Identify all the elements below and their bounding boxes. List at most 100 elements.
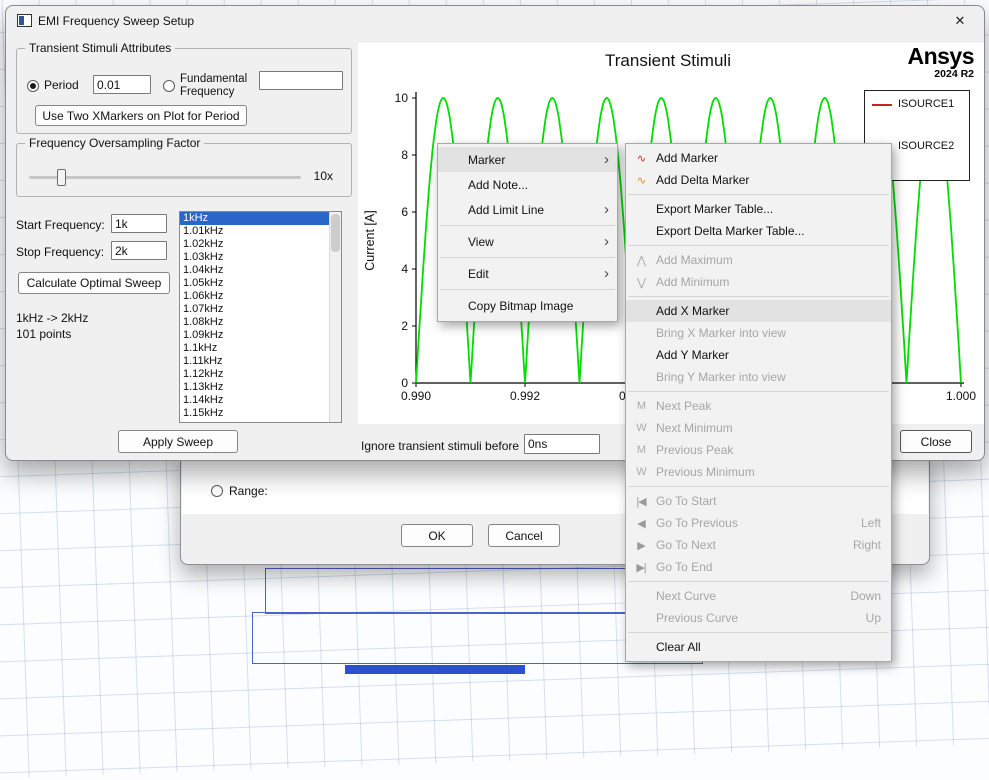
svg-text:0.992: 0.992	[510, 389, 540, 403]
menu-item-label: Go To Start	[656, 494, 716, 508]
oversampling-factor-value: 10x	[314, 169, 333, 183]
frequency-list-item[interactable]: 1.1kHz	[180, 342, 332, 355]
menu-item-go-to-previous: ◀Go To PreviousLeft	[626, 512, 891, 534]
oversampling-slider-track[interactable]	[29, 176, 301, 179]
menu-item-label: Add Maximum	[656, 253, 733, 267]
menu-item-edit[interactable]: Edit›	[438, 261, 617, 286]
frequency-list-item[interactable]: 1.13kHz	[180, 381, 332, 394]
period-input[interactable]	[93, 75, 151, 94]
frequency-list-item[interactable]: 1.01kHz	[180, 225, 332, 238]
frequency-list-item[interactable]: 1.14kHz	[180, 394, 332, 407]
ignore-transient-label: Ignore transient stimuli before	[361, 439, 519, 453]
frequency-list-item[interactable]: 1.02kHz	[180, 238, 332, 251]
stop-frequency-label: Stop Frequency:	[16, 245, 104, 259]
frequency-list-item[interactable]: 1.03kHz	[180, 251, 332, 264]
menu-item-add-y-marker[interactable]: Add Y Marker	[626, 344, 891, 366]
frequency-list-item[interactable]: 1.06kHz	[180, 290, 332, 303]
frequency-list-item[interactable]: 1.15kHz	[180, 407, 332, 420]
range-radio[interactable]	[211, 485, 223, 497]
menu-item-label: Add Minimum	[656, 275, 729, 289]
menu-item-clear-all[interactable]: Clear All	[626, 636, 891, 658]
frequency-list-item[interactable]: 1.07kHz	[180, 303, 332, 316]
go-previous-icon: ◀	[626, 517, 656, 530]
menu-separator	[440, 257, 615, 258]
frequency-list[interactable]: 1kHz1.01kHz1.02kHz1.03kHz1.04kHz1.05kHz1…	[179, 211, 342, 423]
sweep-range-text: 1kHz -> 2kHz	[16, 311, 88, 325]
menu-item-label: Add Limit Line	[468, 203, 544, 217]
fundamental-radio[interactable]	[163, 80, 175, 92]
menu-item-add-limit-line[interactable]: Add Limit Line›	[438, 197, 617, 222]
menu-item-marker[interactable]: Marker›	[438, 147, 617, 172]
stop-frequency-input[interactable]	[111, 241, 167, 260]
oversampling-groupbox: Frequency Oversampling Factor 10x	[16, 143, 352, 197]
add-minimum-icon: ⋁	[626, 276, 656, 289]
period-radio[interactable]	[27, 80, 39, 92]
frequency-list-scrollbar[interactable]	[329, 212, 341, 422]
next-peak-icon: M	[626, 400, 656, 412]
oversampling-group-title: Frequency Oversampling Factor	[25, 136, 204, 150]
menu-item-add-marker[interactable]: ∿Add Marker	[626, 147, 891, 169]
menu-separator	[628, 194, 889, 195]
menu-item-label: Bring Y Marker into view	[656, 370, 786, 384]
fundamental-frequency-input[interactable]	[259, 71, 343, 90]
menu-item-copy-bitmap-image[interactable]: Copy Bitmap Image	[438, 293, 617, 318]
frequency-list-item[interactable]: 1.09kHz	[180, 329, 332, 342]
frequency-list-item[interactable]: 1.08kHz	[180, 316, 332, 329]
menu-item-previous-curve: Previous Curve Up	[626, 607, 891, 629]
frequency-list-item[interactable]: 1.05kHz	[180, 277, 332, 290]
frequency-list-item[interactable]: 1.12kHz	[180, 368, 332, 381]
menu-item-view[interactable]: View ›	[438, 229, 617, 254]
menu-item-label: Previous Minimum	[656, 465, 755, 479]
submenu-arrow-icon: ›	[604, 237, 609, 247]
close-button[interactable]: Close	[900, 430, 972, 453]
submenu-arrow-icon: ›	[604, 269, 609, 279]
menu-item-export-marker-table[interactable]: Export Marker Table...	[626, 198, 891, 220]
start-frequency-label: Start Frequency:	[16, 218, 105, 232]
ok-button[interactable]: OK	[401, 524, 473, 547]
svg-text:8: 8	[401, 148, 408, 162]
cancel-button[interactable]: Cancel	[488, 524, 560, 547]
attributes-group-title: Transient Stimuli Attributes	[25, 41, 175, 55]
oversampling-slider-thumb[interactable]	[57, 169, 66, 186]
marker-icon: ∿	[626, 152, 656, 165]
menu-item-add-delta-marker[interactable]: ∿Add Delta Marker	[626, 169, 891, 191]
menu-item-label: Add Y Marker	[656, 348, 729, 362]
menu-shortcut: Up	[846, 611, 881, 625]
calculate-optimal-sweep-button[interactable]: Calculate Optimal Sweep	[18, 272, 170, 294]
svg-text:Current [A]: Current [A]	[363, 210, 377, 270]
menu-item-label: View	[468, 235, 494, 249]
go-start-icon: |◀	[626, 495, 656, 508]
menu-separator	[628, 632, 889, 633]
menu-item-add-note[interactable]: Add Note...	[438, 172, 617, 197]
menu-item-label: Previous Curve	[656, 611, 738, 625]
apply-sweep-button[interactable]: Apply Sweep	[118, 430, 238, 453]
svg-text:6: 6	[401, 205, 408, 219]
attributes-groupbox: Transient Stimuli Attributes Period Fund…	[16, 48, 352, 134]
legend-label: ISOURCE2	[898, 140, 954, 152]
menu-item-previous-peak: MPrevious Peak	[626, 439, 891, 461]
go-end-icon: ▶|	[626, 561, 656, 574]
menu-shortcut: Right	[833, 538, 881, 552]
title-bar[interactable]: EMI Frequency Sweep Setup ✕	[6, 6, 984, 36]
menu-item-next-peak: MNext Peak	[626, 395, 891, 417]
menu-item-go-to-start: |◀Go To Start	[626, 490, 891, 512]
go-next-icon: ▶	[626, 539, 656, 552]
menu-item-label: Go To End	[656, 560, 712, 574]
menu-item-label: Export Delta Marker Table...	[656, 224, 805, 238]
use-xmarkers-button[interactable]: Use Two XMarkers on Plot for Period	[35, 105, 247, 126]
scrollbar-thumb[interactable]	[331, 214, 340, 252]
delta-marker-icon: ∿	[626, 174, 656, 187]
frequency-list-item[interactable]: 1kHz	[180, 212, 332, 225]
menu-item-export-delta-marker-table[interactable]: Export Delta Marker Table...	[626, 220, 891, 242]
close-icon[interactable]: ✕	[948, 11, 972, 31]
start-frequency-input[interactable]	[111, 214, 167, 233]
menu-item-add-x-marker[interactable]: Add X Marker	[626, 300, 891, 322]
dialog-title: EMI Frequency Sweep Setup	[38, 14, 194, 28]
frequency-list-item[interactable]: 1.11kHz	[180, 355, 332, 368]
ignore-transient-input[interactable]	[524, 434, 600, 454]
frequency-list-item[interactable]: 1.04kHz	[180, 264, 332, 277]
menu-item-add-maximum: ⋀Add Maximum	[626, 249, 891, 271]
menu-shortcut: Left	[841, 516, 881, 530]
menu-item-label: Add X Marker	[656, 304, 729, 318]
menu-item-label: Copy Bitmap Image	[468, 299, 573, 313]
